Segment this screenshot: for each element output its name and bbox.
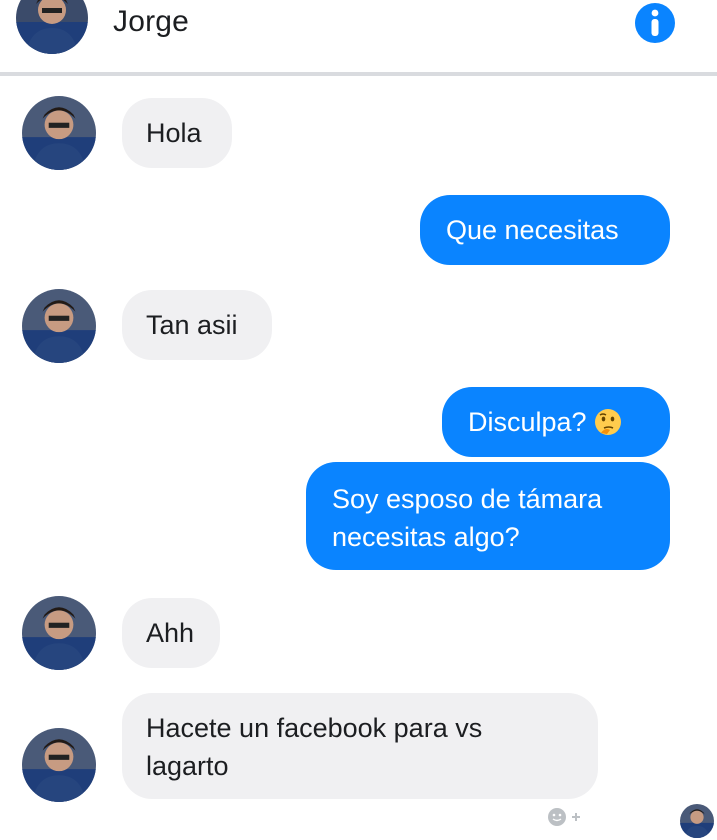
message-line: Hacete un facebook para vs (146, 713, 483, 743)
header-divider (0, 72, 717, 76)
message-line: Soy esposo de támara (332, 484, 603, 514)
info-icon[interactable] (634, 2, 676, 44)
contact-avatar[interactable] (22, 289, 96, 363)
chat-header: Jorge (0, 0, 717, 72)
message-bubble-incoming[interactable]: Tan asii (122, 290, 272, 360)
message-bubble-outgoing[interactable]: Que necesitas (420, 195, 670, 265)
message-bubble-outgoing[interactable]: Disculpa? (442, 387, 670, 457)
message-bubble-incoming[interactable]: Ahh (122, 598, 220, 668)
message-line: necesitas algo? (332, 522, 520, 552)
message-bubble-outgoing[interactable]: Soy esposo de támara necesitas algo? (306, 462, 670, 570)
message-bubble-incoming[interactable]: Hola (122, 98, 232, 168)
contact-avatar[interactable] (22, 728, 96, 802)
contact-avatar[interactable] (22, 96, 96, 170)
contact-name[interactable]: Jorge (113, 5, 189, 39)
thinking-face-icon (593, 407, 623, 437)
seen-avatar (680, 804, 714, 838)
message-line: lagarto (146, 751, 229, 781)
contact-avatar[interactable] (22, 596, 96, 670)
contact-avatar[interactable] (16, 0, 88, 54)
message-text: Disculpa? (468, 407, 587, 437)
message-bubble-incoming[interactable]: Hacete un facebook para vs lagarto (122, 693, 598, 799)
add-reaction-icon[interactable] (546, 806, 590, 828)
